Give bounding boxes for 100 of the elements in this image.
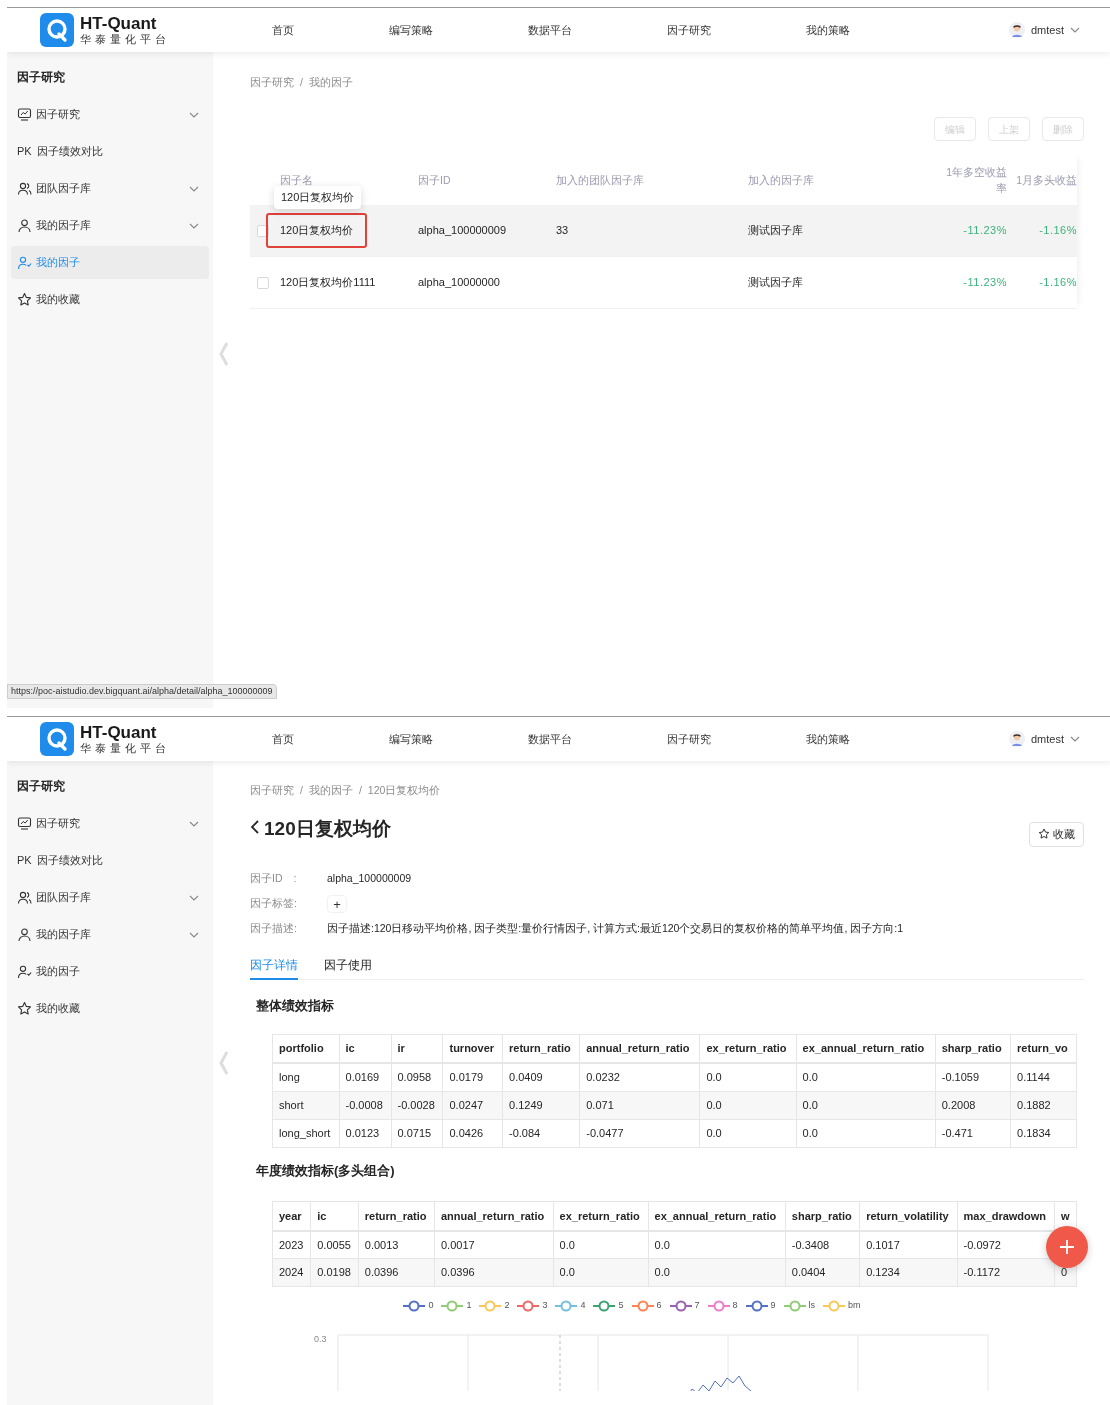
sidebar-item[interactable]: 团队因子库: [11, 172, 209, 205]
table-cell: 0.0055: [310, 1230, 359, 1259]
table-cell: 0.0232: [579, 1063, 700, 1091]
table-cell: 0.0013: [358, 1230, 435, 1259]
column-header: ic: [310, 1201, 359, 1231]
table-cell: 0.1249: [502, 1091, 580, 1119]
logo-title: HT-Quant: [80, 15, 158, 32]
legend-label[interactable]: 1: [466, 1299, 472, 1313]
nav-link[interactable]: 首页: [272, 730, 294, 748]
table-cell: long_short: [272, 1119, 339, 1147]
breadcrumb-separator: /: [358, 783, 362, 799]
legend-label[interactable]: 3: [542, 1299, 548, 1313]
chevron-down-icon: [189, 222, 199, 229]
sidebar-item[interactable]: PK 因子绩效对比: [11, 844, 209, 877]
field-value: alpha_100000009: [327, 871, 412, 887]
table-cell: 120日复权均价: [266, 213, 368, 248]
breadcrumb-link[interactable]: 因子研究: [250, 783, 294, 799]
sidebar-item[interactable]: 我的因子库: [11, 918, 209, 951]
column-header: return_ratio: [358, 1201, 435, 1231]
breadcrumb-link[interactable]: 我的因子: [308, 75, 353, 91]
legend-label[interactable]: 7: [694, 1299, 700, 1313]
tab[interactable]: 因子使用: [324, 956, 372, 980]
breadcrumb-link[interactable]: 120日复权均价: [367, 783, 441, 799]
chevron-down-icon: [1070, 27, 1080, 33]
user-icon: [17, 218, 32, 233]
pk-label: PK: [17, 144, 32, 160]
breadcrumb-link[interactable]: 因子研究: [250, 75, 294, 91]
nav-link[interactable]: 数据平台: [528, 21, 572, 39]
chevron-down-icon: [1070, 736, 1080, 742]
star-icon: [1038, 828, 1050, 840]
table-cell: 0.0: [796, 1063, 936, 1091]
column-header: sharp_ratio: [785, 1201, 860, 1231]
column-header: ex_return_ratio: [553, 1201, 648, 1231]
favorite-button[interactable]: 收藏: [1029, 821, 1084, 847]
sidebar-item[interactable]: 团队因子库: [11, 881, 209, 914]
table-cell: 0.0179: [443, 1063, 503, 1091]
sidebar-item[interactable]: 我的因子: [11, 955, 209, 988]
table-cell-text: 120日复权均价1111: [280, 275, 376, 291]
nav-link[interactable]: 编写策略: [389, 21, 433, 39]
legend-label[interactable]: 2: [504, 1299, 510, 1313]
table-cell: -0.0477: [579, 1119, 700, 1147]
table-cell: 0.0: [796, 1119, 936, 1147]
table-cell-text: alpha_10000000: [418, 275, 500, 291]
user-menu[interactable]: dmtest: [1009, 21, 1080, 39]
sidebar-item[interactable]: PK 因子绩效对比: [11, 135, 209, 168]
logo-subtitle: 华泰量化平台: [80, 743, 170, 754]
sidebar-item[interactable]: 我的收藏: [11, 992, 209, 1025]
avatar-icon: [1009, 22, 1025, 38]
legend-label[interactable]: 5: [618, 1299, 624, 1313]
table-cell: 0.0247: [443, 1091, 503, 1119]
tab[interactable]: 因子详情: [250, 956, 298, 980]
legend-label[interactable]: bm: [848, 1299, 861, 1313]
section-title: 年度绩效指标(多头组合): [256, 1161, 396, 1180]
table-cell: -0.084: [502, 1119, 580, 1147]
nav-link[interactable]: 数据平台: [528, 730, 572, 748]
row-checkbox[interactable]: [257, 276, 269, 289]
sidebar-title: 因子研究: [16, 778, 66, 795]
collapse-handle-icon[interactable]: [219, 341, 229, 367]
table-cell: 0.2008: [935, 1091, 1011, 1119]
legend-label[interactable]: 4: [580, 1299, 586, 1313]
nav-link[interactable]: 首页: [272, 21, 294, 39]
column-header: 因子名: [280, 173, 313, 188]
sidebar-item[interactable]: 我的收藏: [11, 283, 209, 316]
logo-icon: [40, 13, 74, 47]
legend-label[interactable]: 6: [656, 1299, 662, 1313]
column-header: ex_annual_return_ratio: [648, 1201, 786, 1231]
column-header: 加入的团队因子库: [556, 173, 644, 188]
table-cell-text: -1.16%: [1039, 223, 1077, 239]
table-cell: 0.0: [796, 1091, 936, 1119]
nav-link[interactable]: 我的策略: [806, 21, 850, 39]
legend-label[interactable]: 8: [732, 1299, 738, 1313]
legend-label[interactable]: 0: [428, 1299, 434, 1313]
column-header: max_drawdown: [957, 1201, 1055, 1231]
sidebar-item[interactable]: 我的因子库: [11, 209, 209, 242]
table-cell: -0.3408: [785, 1230, 860, 1259]
table-cell: 0.0715: [391, 1119, 443, 1147]
sidebar-item[interactable]: 因子研究: [11, 807, 209, 840]
back-chevron-icon[interactable]: [250, 820, 260, 834]
table-cell-text: -11.23%: [963, 275, 1007, 291]
legend-label[interactable]: ls: [808, 1299, 816, 1313]
avatar-icon: [1009, 731, 1025, 747]
nav-link[interactable]: 因子研究: [667, 730, 711, 748]
nav-link[interactable]: 编写策略: [389, 730, 433, 748]
table-cell: 0.0: [648, 1258, 786, 1287]
collapse-handle-icon[interactable]: [219, 1050, 229, 1076]
nav-link[interactable]: 我的策略: [806, 730, 850, 748]
breadcrumb-separator: /: [300, 783, 303, 799]
nav-link[interactable]: 因子研究: [667, 21, 711, 39]
add-tag-button[interactable]: +: [327, 895, 347, 913]
table-cell: 0.1834: [1010, 1119, 1077, 1147]
table-cell: -0.1059: [935, 1063, 1011, 1091]
user-icon: [17, 927, 32, 942]
table-cell: 0.0: [699, 1119, 797, 1147]
sidebar-item[interactable]: 因子研究: [11, 98, 209, 131]
user-menu[interactable]: dmtest: [1009, 730, 1080, 748]
table-cell: -0.0028: [391, 1091, 443, 1119]
breadcrumb-link[interactable]: 我的因子: [308, 783, 353, 799]
table-cell: 0.0: [553, 1258, 648, 1287]
legend-label[interactable]: 9: [770, 1299, 776, 1313]
chevron-down-icon: [189, 820, 199, 827]
